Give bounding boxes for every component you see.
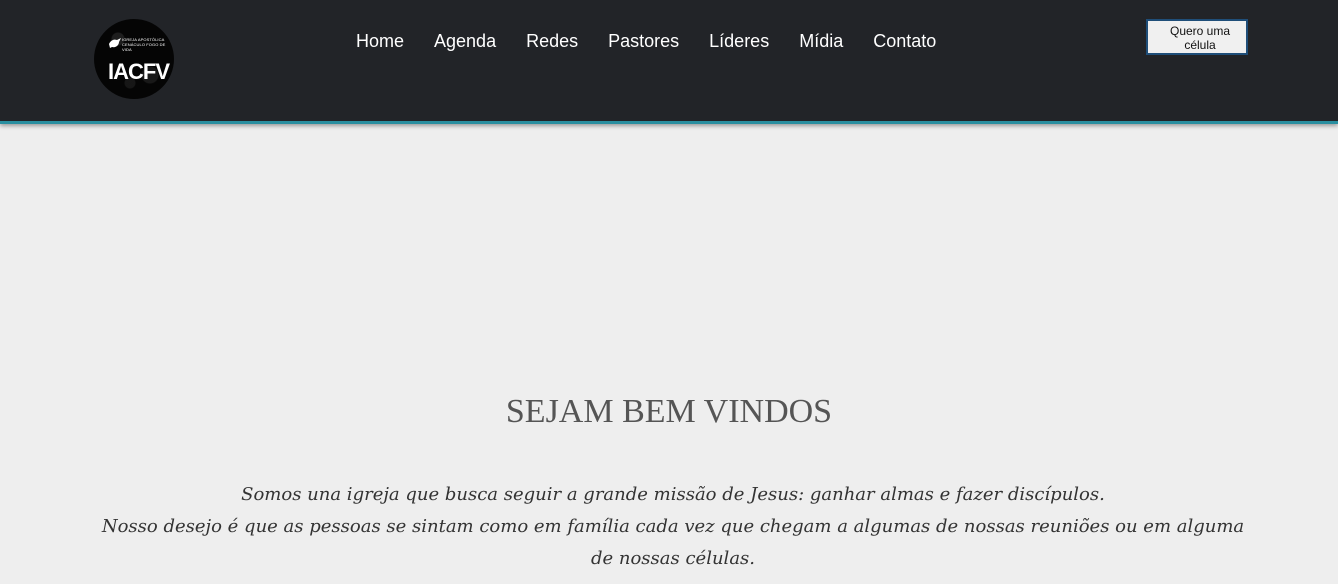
main-nav: Home Agenda Redes Pastores Líderes Mídia… bbox=[356, 29, 936, 53]
nav-lideres[interactable]: Líderes bbox=[709, 29, 769, 53]
quero-uma-celula-button[interactable]: Quero uma célula bbox=[1146, 19, 1248, 55]
nav-midia[interactable]: Mídia bbox=[799, 29, 843, 53]
nav-home[interactable]: Home bbox=[356, 29, 404, 53]
site-header: IGREJA APOSTÓLICA CENÁCULO FOGO DE VIDA … bbox=[0, 0, 1338, 124]
intro-text: Somos una igreja que busca seguir a gran… bbox=[100, 479, 1246, 575]
logo-small-text: IGREJA APOSTÓLICA CENÁCULO FOGO DE VIDA bbox=[122, 37, 166, 52]
welcome-title: SEJAM BEM VINDOS bbox=[505, 393, 833, 430]
nav-redes[interactable]: Redes bbox=[526, 29, 578, 53]
nav-contato[interactable]: Contato bbox=[873, 29, 936, 53]
intro-paragraph-1: Somos una igreja que busca seguir a gran… bbox=[241, 484, 1105, 505]
dove-icon bbox=[109, 38, 121, 48]
nav-pastores[interactable]: Pastores bbox=[608, 29, 679, 53]
logo-big-text: IACFV bbox=[108, 59, 170, 84]
intro-paragraph-2: Nosso desejo é que as pessoas se sintam … bbox=[101, 516, 1245, 569]
church-logo[interactable]: IGREJA APOSTÓLICA CENÁCULO FOGO DE VIDA … bbox=[94, 19, 174, 99]
nav-agenda[interactable]: Agenda bbox=[434, 29, 496, 53]
